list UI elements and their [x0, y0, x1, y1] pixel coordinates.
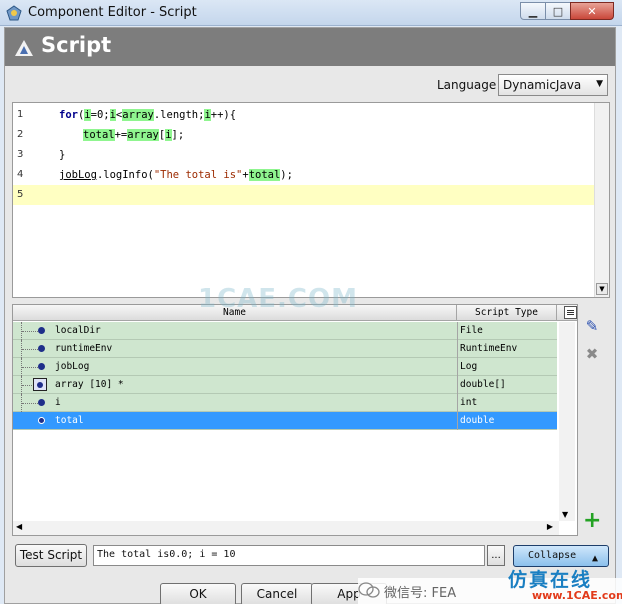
close-button[interactable]: ✕ [570, 2, 614, 20]
dialog-header: Script [5, 28, 615, 66]
collapse-button[interactable]: Collapse ▲ [513, 545, 609, 567]
variable-type: RuntimeEnv [457, 340, 557, 358]
chevron-down-icon: ▼ [596, 79, 603, 89]
window-controls: ▁ □ ✕ [520, 2, 614, 20]
scroll-left-arrow-icon[interactable]: ◀ [16, 522, 22, 531]
tree-connector [21, 340, 39, 358]
language-selected-value: DynamicJava [503, 78, 582, 92]
code-text: total+=array[i]; [83, 129, 185, 141]
variable-name: i [55, 397, 61, 408]
editor-vertical-scrollbar[interactable]: ▼ [594, 103, 609, 297]
array-folder-icon[interactable] [33, 378, 47, 391]
test-script-button[interactable]: Test Script [15, 544, 87, 567]
test-output-field[interactable]: The total is0.0; i = 10 [93, 545, 485, 566]
column-header-script-type[interactable]: Script Type [457, 305, 557, 320]
edit-variable-icon[interactable]: ✎ [583, 317, 601, 335]
scroll-down-arrow-icon[interactable]: ▼ [596, 283, 608, 295]
variable-name: total [55, 415, 84, 426]
language-label: Language [437, 78, 497, 92]
variable-type: double[] [457, 376, 557, 394]
table-vertical-scrollbar[interactable]: ▼ [559, 322, 575, 521]
language-select[interactable]: DynamicJava ▼ [498, 74, 608, 96]
variable-name: localDir [55, 325, 101, 336]
line-number: 5 [17, 189, 24, 200]
code-text: for(i=0;i<array.length;i++){ [59, 109, 237, 121]
variable-icon [38, 399, 45, 406]
code-line[interactable]: 2 total+=array[i]; [13, 125, 594, 145]
tree-connector [21, 358, 39, 376]
code-line[interactable]: 1 for(i=0;i<array.length;i++){ [13, 105, 594, 125]
triangle-up-icon: ▲ [591, 553, 598, 564]
current-code-line[interactable]: 5 [13, 185, 594, 205]
table-horizontal-scrollbar[interactable]: ◀ ▶ [13, 521, 559, 535]
scroll-right-arrow-icon[interactable]: ▶ [547, 522, 553, 531]
variable-icon [38, 363, 45, 370]
table-row[interactable]: array [10] * double[] [13, 376, 557, 394]
variable-type: File [457, 322, 557, 340]
app-icon [6, 5, 22, 21]
table-row-selected[interactable]: total double [13, 412, 557, 430]
variable-icon [38, 345, 45, 352]
watermark-text: 1CAE.COM [198, 284, 358, 314]
maximize-button[interactable]: □ [545, 2, 571, 20]
variable-name: runtimeEnv [55, 343, 113, 354]
code-text: jobLog.logInfo("The total is"+total); [59, 169, 293, 181]
dialog-heading: Script [41, 33, 112, 57]
variable-name: jobLog [55, 361, 90, 372]
line-number: 4 [17, 169, 24, 180]
script-dialog: Script Language DynamicJava ▼ 1 for(i=0;… [4, 27, 616, 604]
variable-icon [38, 417, 45, 424]
variables-table: Name Script Type localDir File runtimeEn… [12, 304, 578, 536]
table-row[interactable]: localDir File [13, 322, 557, 340]
variable-type: int [457, 394, 557, 412]
variable-name: array [10] * [55, 379, 124, 390]
browse-button[interactable]: ... [487, 545, 505, 566]
variable-type: Log [457, 358, 557, 376]
collapse-label: Collapse [528, 550, 577, 561]
cancel-button[interactable]: Cancel [241, 583, 313, 604]
remove-variable-icon[interactable]: ✖ [583, 345, 601, 363]
tree-connector [21, 322, 39, 340]
brand-logo-text: 仿真在线 [508, 569, 593, 591]
ok-button[interactable]: OK [160, 583, 236, 604]
line-number: 3 [17, 149, 24, 160]
tree-connector [21, 394, 39, 412]
wechat-icon [358, 582, 380, 598]
scroll-down-arrow-icon[interactable]: ▼ [562, 510, 568, 519]
wechat-text: 微信号: FEA [384, 586, 457, 601]
code-line[interactable]: 4 jobLog.logInfo("The total is"+total); [13, 165, 594, 185]
line-number: 1 [17, 109, 24, 120]
window-title-bar: Component Editor - Script ▁ □ ✕ [0, 0, 622, 26]
minimize-button[interactable]: ▁ [520, 2, 546, 20]
variable-type: double [457, 412, 557, 430]
code-line[interactable]: 3 } [13, 145, 594, 165]
table-row[interactable]: runtimeEnv RuntimeEnv [13, 340, 557, 358]
column-chooser-icon[interactable] [564, 306, 577, 319]
add-variable-icon[interactable]: + [583, 510, 601, 532]
script-icon [15, 40, 33, 56]
brand-url: www.1CAE.com [532, 589, 622, 602]
window-title: Component Editor - Script [28, 5, 197, 20]
code-editor[interactable]: 1 for(i=0;i<array.length;i++){ 2 total+=… [12, 102, 610, 298]
table-row[interactable]: jobLog Log [13, 358, 557, 376]
code-text: } [59, 149, 66, 161]
table-row[interactable]: i int [13, 394, 557, 412]
variable-icon [38, 327, 45, 334]
line-number: 2 [17, 129, 24, 140]
